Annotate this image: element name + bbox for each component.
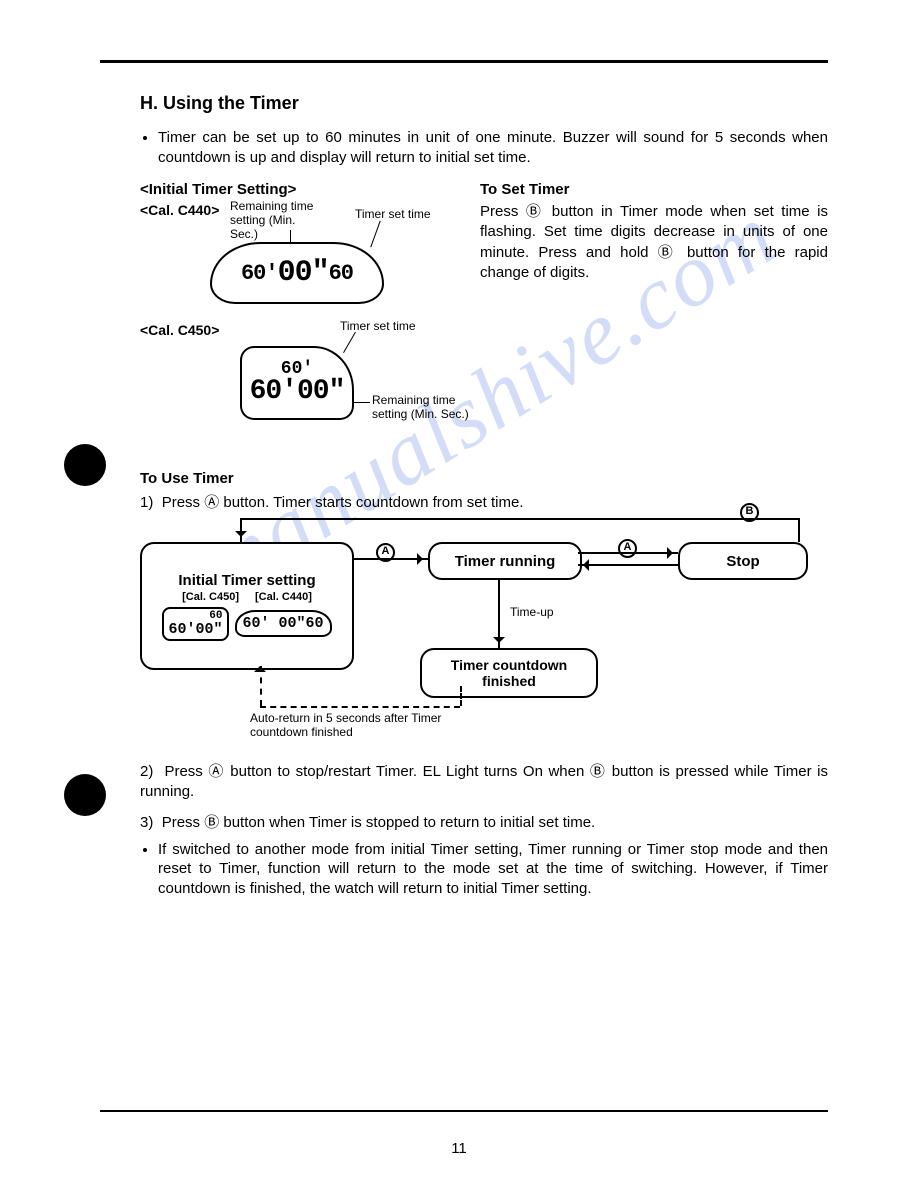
initial-setting-heading: <Initial Timer Setting> — [140, 181, 450, 198]
timeup-label: Time-up — [510, 606, 554, 620]
callout-remaining-c440: Remaining time setting (Min. Sec.) — [230, 200, 320, 241]
flow-initial-title: Initial Timer setting — [178, 572, 315, 589]
c440-left-digits: 60' — [241, 261, 278, 286]
mini-lcd-c440: 60' 00"60 — [235, 610, 332, 637]
flow-cal-c440-label: [Cal. C440] — [255, 591, 312, 603]
flow-box-stop: Stop — [678, 542, 808, 580]
top-rule — [100, 60, 828, 63]
auto-return-note: Auto-return in 5 seconds after Timer cou… — [250, 712, 450, 740]
section-title: H. Using the Timer — [140, 93, 828, 114]
mini-c450-main: 60'00" — [168, 622, 222, 637]
mini-lcd-c450: 60 60'00" — [162, 607, 228, 641]
bottom-rule — [100, 1110, 828, 1112]
btn-b-label: B — [740, 503, 759, 522]
cal-c450-label: <Cal. C450> — [140, 322, 219, 338]
c440-mid-digits: 00" — [278, 256, 329, 290]
btn-a-label-1: A — [376, 543, 395, 562]
c440-right-digits: 60 — [329, 261, 353, 286]
step-1: Press Ⓐ button. Timer starts countdown f… — [162, 494, 524, 511]
btn-a-label-2: A — [618, 539, 637, 558]
flow-box-running: Timer running — [428, 542, 582, 580]
flow-box-finished: Timer countdown finished — [420, 648, 598, 698]
timer-flowchart: B Initial Timer setting [Cal. C450] [Cal… — [140, 518, 828, 738]
page-number: 11 — [0, 1140, 918, 1157]
c450-main-digits: 60'00" — [250, 378, 345, 406]
flow-cal-c450-label: [Cal. C450] — [182, 591, 239, 603]
cal-c440-label: <Cal. C440> — [140, 202, 219, 218]
to-use-timer-heading: To Use Timer — [140, 470, 828, 487]
callout-settime-c440: Timer set time — [355, 208, 431, 222]
lcd-c450-display: 60' 60'00" — [240, 346, 354, 420]
step-2: Press Ⓐ button to stop/restart Timer. EL… — [140, 763, 828, 800]
callout-settime-c450: Timer set time — [340, 320, 416, 334]
mini-c450-top: 60 — [168, 611, 222, 622]
to-set-timer-heading: To Set Timer — [480, 181, 828, 198]
step-3: Press Ⓑ button when Timer is stopped to … — [162, 814, 596, 831]
intro-bullet: Timer can be set up to 60 minutes in uni… — [158, 128, 828, 167]
lcd-c440-display: 60' 00" 60 — [210, 242, 384, 304]
flow-box-initial: Initial Timer setting [Cal. C450] [Cal. … — [140, 542, 354, 670]
callout-remaining-c450: Remaining time setting (Min. Sec.) — [372, 394, 472, 422]
note-bullet: If switched to another mode from initial… — [158, 840, 828, 899]
to-set-timer-body: Press Ⓑ button in Timer mode when set ti… — [480, 202, 828, 283]
